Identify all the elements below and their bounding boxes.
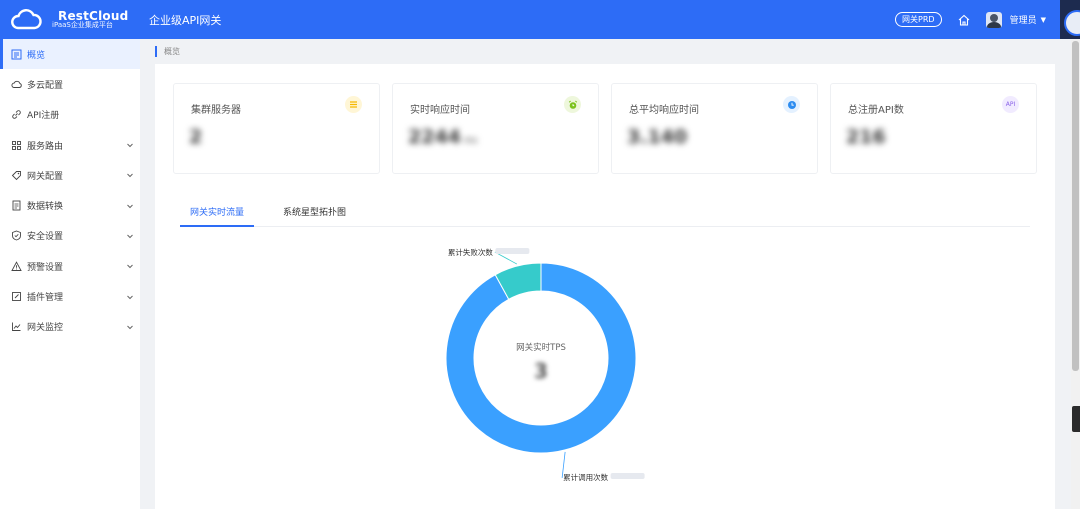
sidebar-item-label: 数据转换: [27, 202, 64, 213]
sidebar-item-label: 网关监控: [27, 323, 64, 334]
card-cluster-servers: 集群服务器 2: [173, 83, 380, 174]
sidebar-item-data-transform[interactable]: 数据转换: [0, 190, 140, 220]
card-title: 总注册API数: [848, 105, 904, 116]
chevron-down-icon: [127, 234, 133, 239]
top-header: RestCloud iPaaS企业集成平台 企业级API网关 网关PRD 管理员…: [0, 0, 1080, 39]
app-title: 企业级API网关: [149, 13, 222, 27]
card-title: 实时响应时间: [410, 105, 470, 116]
side-panel-handle[interactable]: [1072, 406, 1080, 432]
chevron-down-icon: [127, 325, 133, 330]
sidebar-item-alert-settings[interactable]: 预警设置: [0, 251, 140, 281]
card-total-apis: 总注册API数 API 216: [830, 83, 1037, 174]
warning-icon: [11, 260, 22, 271]
cloud-icon: [11, 80, 22, 88]
main-panel: 集群服务器 2 实时响应时间 2244 ms 总平均响应时间 3.140 总注册A…: [155, 64, 1055, 509]
list-icon: [345, 96, 362, 113]
card-value: 2244 ms: [408, 126, 478, 148]
document-icon: [12, 200, 21, 211]
tag-icon: [11, 170, 21, 180]
alarm-clock-icon: [564, 96, 581, 113]
sidebar-item-security[interactable]: 安全设置: [0, 221, 140, 251]
chevron-down-icon: [127, 173, 133, 178]
logo[interactable]: RestCloud iPaaS企业集成平台: [0, 0, 140, 39]
card-value: 3.140: [627, 126, 688, 148]
sidebar-item-gateway-monitor[interactable]: 网关监控: [0, 312, 140, 342]
card-value: 2: [189, 126, 203, 148]
sidebar-item-label: 网关配置: [27, 171, 64, 182]
chevron-down-icon: [127, 204, 133, 208]
breadcrumb-marker: [155, 45, 157, 57]
sidebar: 概览 多云配置 API注册 服务路由 网关配置 数据转换 安全设置 预警设置 插…: [0, 39, 140, 509]
card-value: 216: [846, 126, 886, 148]
sidebar-item-label: 安全设置: [27, 232, 64, 243]
sidebar-item-label: API注册: [27, 111, 60, 122]
shield-icon: [12, 230, 21, 241]
sidebar-item-label: 插件管理: [27, 293, 64, 304]
tps-donut-chart: 累计调用次数 累计失败次数 网关实时TPS 3: [445, 247, 645, 482]
tab-realtime-traffic[interactable]: 网关实时流量: [190, 205, 244, 218]
slice-label: 累计失败次数: [448, 247, 493, 257]
cloud-logo-icon: [11, 8, 42, 29]
chevron-down-icon: [127, 295, 133, 299]
dashboard-icon: [11, 49, 22, 60]
card-average-response: 总平均响应时间 3.140: [611, 83, 818, 174]
sidebar-item-multicloud[interactable]: 多云配置: [0, 69, 140, 99]
slice-count-redacted: [495, 248, 530, 255]
avatar[interactable]: [985, 11, 1002, 28]
chevron-down-icon: [127, 143, 133, 148]
sidebar-item-api-register[interactable]: API注册: [0, 100, 140, 130]
link-icon: [12, 110, 21, 119]
sidebar-item-service-routing[interactable]: 服务路由: [0, 130, 140, 160]
api-icon: API: [1002, 96, 1019, 113]
slice-label: 累计调用次数: [563, 472, 608, 482]
logo-subtitle: iPaaS企业集成平台: [52, 21, 113, 30]
sidebar-item-label: 预警设置: [27, 262, 64, 273]
card-title: 总平均响应时间: [629, 105, 699, 116]
sidebar-item-gateway-config[interactable]: 网关配置: [0, 160, 140, 190]
slice-count-redacted: [610, 472, 645, 479]
page-scrollbar[interactable]: [1071, 39, 1080, 509]
card-realtime-response: 实时响应时间 2244 ms: [392, 83, 599, 174]
sidebar-item-plugin-management[interactable]: 插件管理: [0, 281, 140, 311]
sidebar-item-overview[interactable]: 概览: [0, 39, 140, 70]
breadcrumb-current: 概览: [164, 46, 180, 56]
tab-topology[interactable]: 系统星型拓扑图: [283, 205, 346, 218]
chart-center-title: 网关实时TPS: [516, 342, 566, 353]
home-icon[interactable]: [957, 13, 971, 27]
chevron-down-icon: [127, 264, 133, 269]
environment-badge[interactable]: 网关PRD: [895, 12, 942, 27]
caret-down-icon[interactable]: ▼: [1041, 16, 1046, 24]
active-tab-indicator: [180, 225, 254, 227]
corner-avatar[interactable]: [1060, 0, 1080, 39]
edit-icon: [12, 292, 21, 301]
grid-icon: [12, 140, 21, 150]
chart-center-value: 3: [534, 359, 548, 383]
tab-bar: 网关实时流量 系统星型拓扑图: [180, 199, 1030, 227]
sidebar-item-label: 服务路由: [27, 141, 64, 152]
sidebar-item-label: 多云配置: [27, 80, 64, 91]
user-name[interactable]: 管理员: [1010, 13, 1037, 26]
sidebar-item-label: 概览: [27, 50, 46, 61]
breadcrumb: 概览: [155, 45, 180, 57]
scrollbar-thumb[interactable]: [1072, 41, 1079, 371]
clock-icon: [783, 96, 800, 113]
card-title: 集群服务器: [191, 105, 241, 116]
line-chart-icon: [12, 322, 21, 332]
